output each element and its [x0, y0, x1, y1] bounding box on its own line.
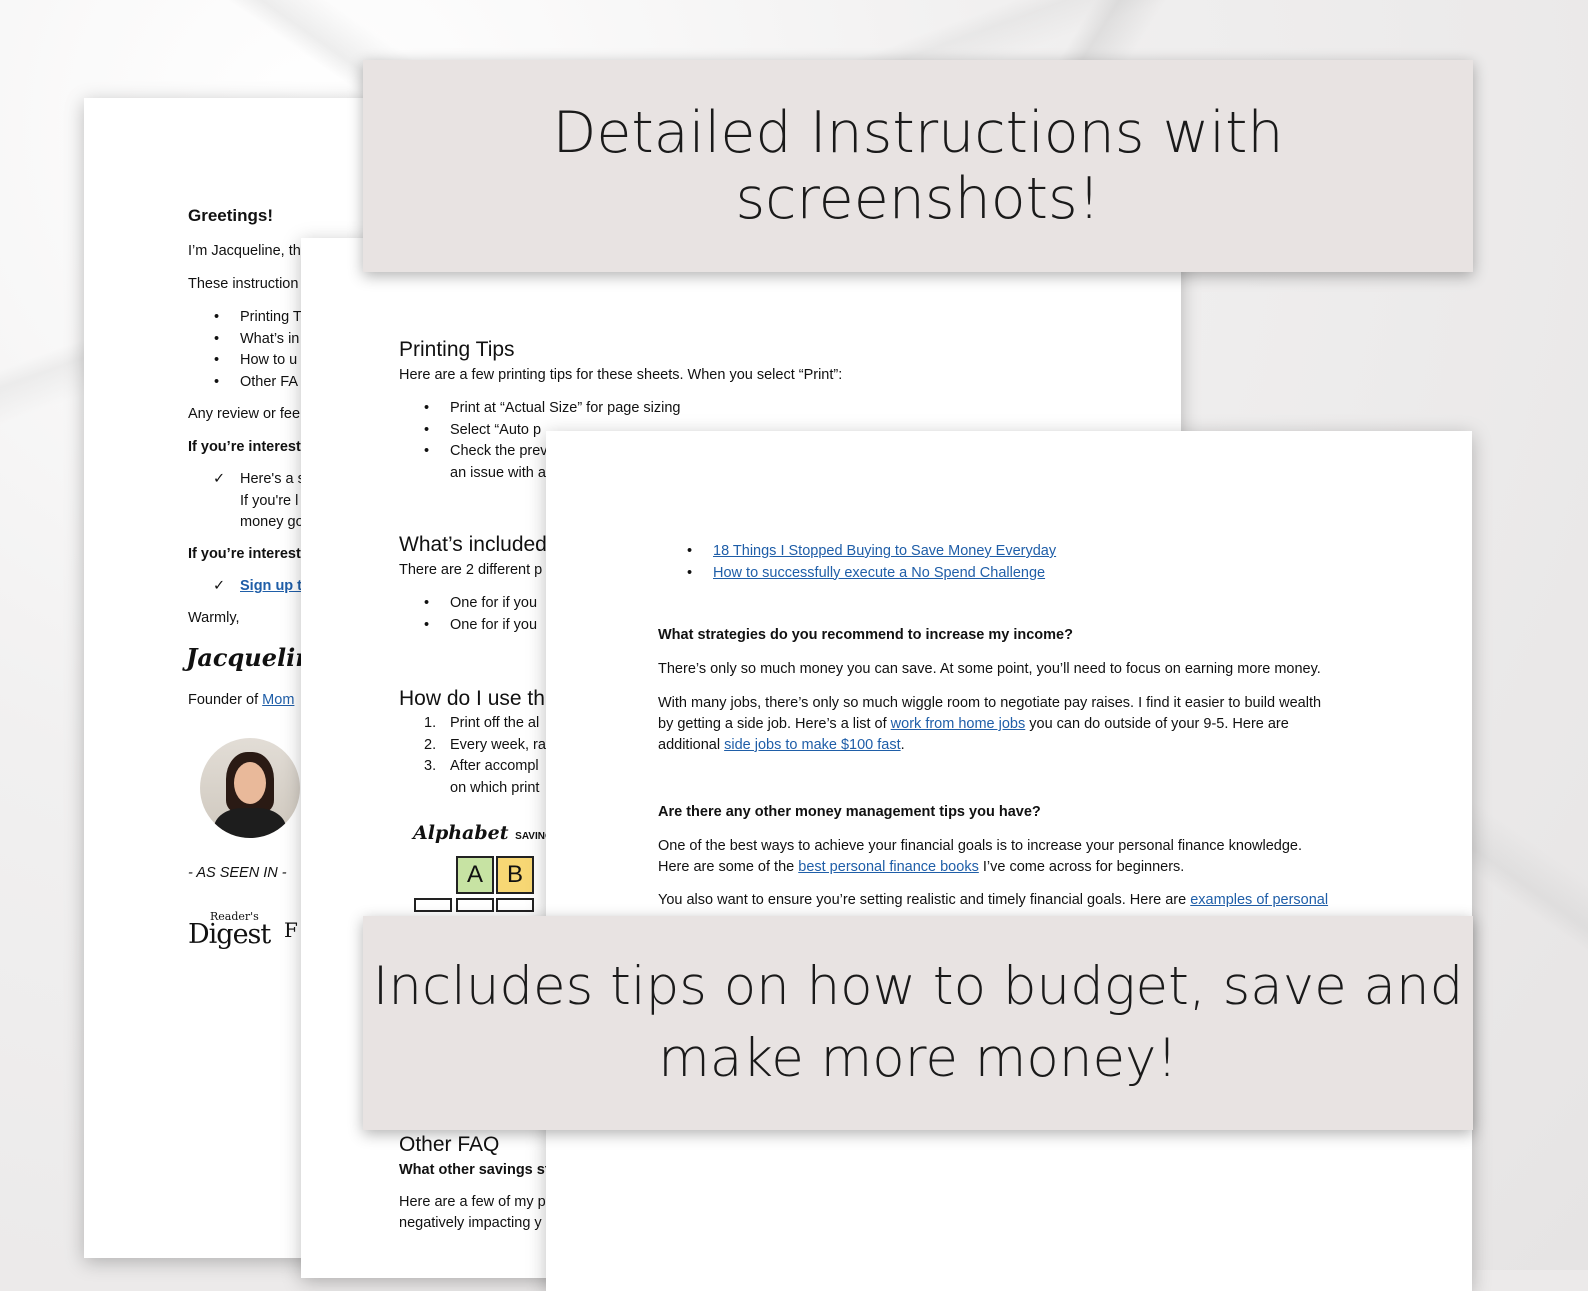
included-bullets: • One for if you • One for if you — [424, 593, 538, 636]
tile-row2-3 — [496, 898, 534, 912]
paragraph-knowledge-line-2: Here are some of the best personal finan… — [658, 859, 1185, 875]
contents-list: • Printing T • What’s in • How to u • Other … — [214, 307, 302, 393]
list-item: • What’s in — [214, 330, 300, 347]
how-to-use-heading: How do I use th — [399, 687, 545, 710]
article-links: • 18 Things I Stopped Buying to Save Mone… — [687, 541, 1057, 584]
founder-link[interactable]: Mom — [262, 692, 294, 708]
tile-b: B — [496, 856, 534, 894]
paragraph-side-job-line-1: With many jobs, there’s only so much wig… — [658, 695, 1322, 711]
list-item: • Printing T — [214, 309, 302, 325]
second-press-logo: F — [284, 918, 298, 942]
use-steps: 1. Print off the al 2. Every week, ra 3. Af… — [424, 713, 546, 799]
list-item: • 18 Things I Stopped Buying to Save Mone… — [687, 543, 1057, 559]
tile-row2-2 — [456, 898, 494, 912]
article-link[interactable]: How to successfully execute a No Spend C… — [713, 565, 1045, 581]
founder-line: Founder of Mom — [188, 692, 295, 708]
finance-books-link[interactable]: best personal finance books — [798, 859, 979, 875]
avatar — [200, 738, 300, 838]
top-banner: Detailed Instructions with screenshots! — [363, 60, 1473, 272]
faq-answer-line-2: negatively impacting y — [399, 1215, 542, 1231]
warmly-text: Warmly, — [188, 610, 240, 626]
question-money-tips: Are there any other money management tip… — [658, 804, 1041, 820]
paragraph-side-job-line-3: additional side jobs to make $100 fast. — [658, 737, 905, 753]
printing-intro: Here are a few printing tips for these s… — [399, 367, 843, 383]
instructions-line: These instruction — [188, 276, 299, 292]
list-item: • One for if you — [424, 595, 538, 611]
list-item: • How to successfully execute a No Spend … — [687, 564, 1046, 581]
list-item: ✓ Here's a s — [213, 471, 305, 487]
top-banner-text: Detailed Instructions with screenshots! — [552, 100, 1284, 232]
as-seen-in-label: - AS SEEN IN - — [188, 865, 287, 881]
interested-line-1: If you’re interest — [188, 439, 301, 455]
list-item: • Print at “Actual Size” for page sizing — [424, 400, 681, 416]
document-page-income-tips: • 18 Things I Stopped Buying to Save Mone… — [546, 431, 1472, 1291]
printing-tips-heading: Printing Tips — [399, 338, 515, 361]
bottom-banner-line-1: Includes tips on how to budget, save and — [372, 956, 1464, 1017]
list-item: 3. After accompl — [424, 758, 539, 774]
article-link[interactable]: 18 Things I Stopped Buying to Save Money… — [713, 543, 1056, 559]
intro-line: I’m Jacqueline, th — [188, 243, 301, 259]
list-item: on which print — [450, 779, 540, 796]
faq-question: What other savings st — [399, 1162, 550, 1178]
list-item: ✓ Sign up t — [213, 578, 303, 594]
check-list-1: ✓ Here's a s If you're l money go — [213, 469, 305, 534]
list-item: • How to u — [214, 352, 298, 368]
interested-line-2: If you’re interest — [188, 546, 301, 562]
other-faq-heading: Other FAQ — [399, 1133, 500, 1156]
paragraph-goals: You also want to ensure you’re setting r… — [658, 892, 1329, 908]
tile-row2-1 — [414, 898, 452, 912]
bottom-banner-line-2: make more money! — [658, 1028, 1178, 1089]
list-item: 2. Every week, ra — [424, 736, 546, 753]
paragraph-side-job-line-2: by getting a side job. Here’s a list of … — [658, 716, 1289, 732]
list-item: • Other FA — [214, 373, 299, 390]
greeting-heading: Greetings! — [188, 206, 274, 225]
signup-link[interactable]: Sign up t — [240, 578, 302, 594]
question-income: What strategies do you recommend to incr… — [658, 627, 1073, 643]
tile-a: A — [456, 856, 494, 894]
included-intro: There are 2 different p — [399, 562, 543, 578]
bottom-banner: Includes tips on how to budget, save and… — [363, 916, 1473, 1130]
answer-income: There’s only so much money you can save.… — [658, 661, 1321, 677]
readers-digest-logo: Reader's Digest — [188, 910, 271, 950]
check-list-2: ✓ Sign up t — [213, 576, 303, 598]
list-item: 1. Print off the al — [424, 715, 540, 731]
list-item: • One for if you — [424, 616, 538, 633]
faq-answer-line-1: Here are a few of my p — [399, 1194, 546, 1210]
list-item: money go — [240, 514, 304, 530]
side-jobs-link[interactable]: side jobs to make $100 fast — [724, 737, 901, 753]
review-line: Any review or fee — [188, 406, 301, 422]
whats-included-heading: What’s included — [399, 533, 547, 556]
work-from-home-link[interactable]: work from home jobs — [891, 716, 1026, 732]
personal-goals-link[interactable]: examples of personal — [1190, 892, 1328, 908]
paragraph-knowledge-line-1: One of the best ways to achieve your fin… — [658, 838, 1303, 854]
list-item: If you're l — [240, 492, 299, 509]
